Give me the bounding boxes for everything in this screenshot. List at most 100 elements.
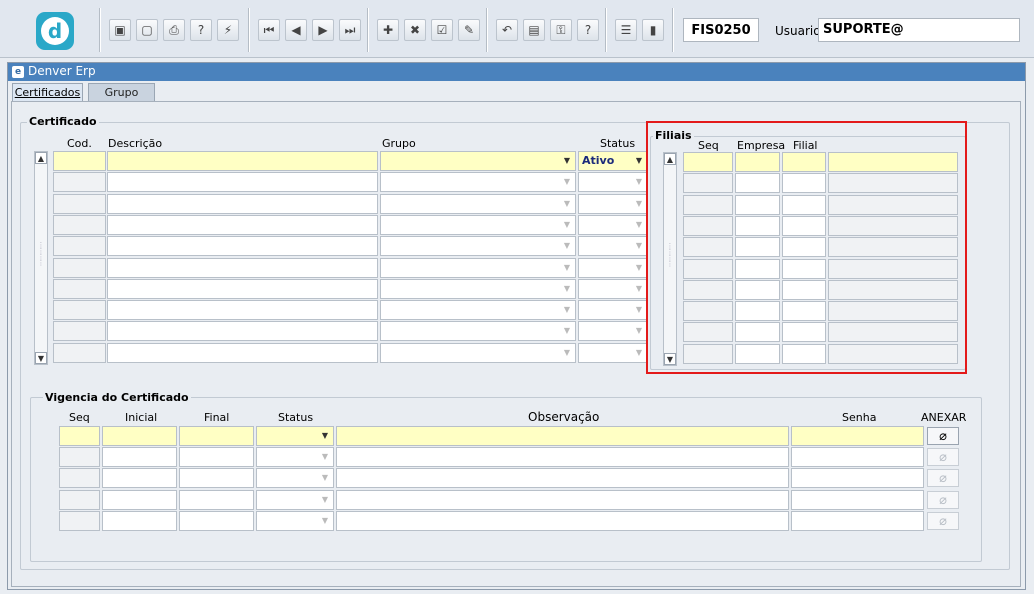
vigencia-status-select[interactable]: ▼ <box>256 489 334 510</box>
descricao-field[interactable] <box>107 236 378 257</box>
grupo-select[interactable]: ▼ <box>380 193 576 214</box>
chevron-down-icon[interactable]: ▼ <box>560 260 574 276</box>
cod-field[interactable] <box>53 278 106 299</box>
descricao-field[interactable] <box>107 278 378 299</box>
cod-field[interactable] <box>53 257 106 278</box>
chevron-down-icon[interactable]: ▼ <box>632 323 646 339</box>
chevron-down-icon[interactable]: ▼ <box>560 238 574 254</box>
grupo-select[interactable]: ▼ <box>380 321 576 342</box>
senha-field[interactable] <box>791 426 924 446</box>
status-select[interactable]: ▼ <box>578 278 648 299</box>
last-record-icon[interactable]: ⏭ <box>339 19 361 41</box>
previous-record-icon[interactable]: ◀ <box>285 19 307 41</box>
window-icon[interactable]: ▢ <box>136 19 158 41</box>
observacao-field[interactable] <box>336 426 789 446</box>
descricao-field[interactable] <box>107 151 378 171</box>
key-icon[interactable]: ⚿ <box>550 19 572 41</box>
chevron-down-icon[interactable]: ▼ <box>560 323 574 339</box>
vigencia-seq-field[interactable] <box>59 489 100 510</box>
chevron-down-icon[interactable]: ▼ <box>632 196 646 212</box>
attach-paperclip-icon[interactable]: ⌀ <box>927 490 959 509</box>
observacao-field[interactable] <box>336 447 789 468</box>
chevron-down-icon[interactable]: ▼ <box>560 302 574 318</box>
inicial-field[interactable] <box>102 426 177 446</box>
final-field[interactable] <box>179 468 254 489</box>
inicial-field[interactable] <box>102 447 177 468</box>
descricao-field[interactable] <box>107 257 378 278</box>
senha-field[interactable] <box>791 447 924 468</box>
final-field[interactable] <box>179 510 254 531</box>
tab-grupo[interactable]: Grupo <box>88 83 155 101</box>
descricao-field[interactable] <box>107 172 378 193</box>
grupo-select[interactable]: ▼ <box>380 151 576 171</box>
next-record-icon[interactable]: ▶ <box>312 19 334 41</box>
status-select[interactable]: ▼ <box>578 172 648 193</box>
status-select[interactable]: ▼ <box>578 214 648 235</box>
chevron-down-icon[interactable]: ▼ <box>318 449 332 465</box>
chevron-down-icon[interactable]: ▼ <box>632 281 646 297</box>
scroll-thumb[interactable]: ⋮ ⋮ ⋮ ⋮ <box>36 242 46 272</box>
vigencia-seq-field[interactable] <box>59 468 100 489</box>
final-field[interactable] <box>179 447 254 468</box>
attach-paperclip-icon[interactable]: ⌀ <box>927 511 959 530</box>
observacao-field[interactable] <box>336 468 789 489</box>
status-select[interactable]: ▼ <box>578 236 648 257</box>
cod-field[interactable] <box>53 321 106 342</box>
chevron-down-icon[interactable]: ▼ <box>560 196 574 212</box>
vigencia-status-select[interactable]: ▼ <box>256 447 334 468</box>
cod-field[interactable] <box>53 193 106 214</box>
chevron-down-icon[interactable]: ▼ <box>632 260 646 276</box>
edit-icon[interactable]: ✎ <box>458 19 480 41</box>
attach-paperclip-icon[interactable]: ⌀ <box>927 427 959 445</box>
tab-certificados[interactable]: Certificados <box>12 83 83 101</box>
descricao-field[interactable] <box>107 193 378 214</box>
attach-paperclip-icon[interactable]: ⌀ <box>927 448 959 467</box>
vigencia-status-select[interactable]: ▼ <box>256 510 334 531</box>
query-icon[interactable]: ? <box>190 19 212 41</box>
descricao-field[interactable] <box>107 342 378 363</box>
senha-field[interactable] <box>791 489 924 510</box>
chevron-down-icon[interactable]: ▼ <box>318 513 332 529</box>
scroll-down-arrow-icon[interactable]: ▼ <box>35 352 47 364</box>
descricao-field[interactable] <box>107 300 378 321</box>
certificado-scrollbar[interactable]: ▲ ▼ ⋮ ⋮ ⋮ ⋮ <box>34 151 48 365</box>
status-select[interactable]: Ativo ▼ <box>578 151 648 171</box>
status-select[interactable]: ▼ <box>578 257 648 278</box>
chevron-down-icon[interactable]: ▼ <box>632 153 646 169</box>
delete-record-icon[interactable]: ✖ <box>404 19 426 41</box>
grupo-select[interactable]: ▼ <box>380 257 576 278</box>
chevron-down-icon[interactable]: ▼ <box>632 345 646 361</box>
chevron-down-icon[interactable]: ▼ <box>560 153 574 169</box>
list-values-icon[interactable]: ☑ <box>431 19 453 41</box>
insert-record-icon[interactable]: ✚ <box>377 19 399 41</box>
save-icon[interactable]: ▣ <box>109 19 131 41</box>
grupo-select[interactable]: ▼ <box>380 236 576 257</box>
cod-field[interactable] <box>53 172 106 193</box>
cod-field[interactable] <box>53 151 106 171</box>
grupo-select[interactable]: ▼ <box>380 214 576 235</box>
chevron-down-icon[interactable]: ▼ <box>560 281 574 297</box>
chevron-down-icon[interactable]: ▼ <box>318 470 332 486</box>
cod-field[interactable] <box>53 300 106 321</box>
clipboard-icon[interactable]: ▤ <box>523 19 545 41</box>
execute-query-icon[interactable]: ⚡ <box>217 19 239 41</box>
chevron-down-icon[interactable]: ▼ <box>632 174 646 190</box>
vigencia-seq-field[interactable] <box>59 426 100 446</box>
cod-field[interactable] <box>53 342 106 363</box>
menu-icon[interactable]: ☰ <box>615 19 637 41</box>
inicial-field[interactable] <box>102 510 177 531</box>
chevron-down-icon[interactable]: ▼ <box>318 492 332 508</box>
final-field[interactable] <box>179 426 254 446</box>
status-select[interactable]: ▼ <box>578 321 648 342</box>
exit-icon[interactable]: ▮ <box>642 19 664 41</box>
chevron-down-icon[interactable]: ▼ <box>560 217 574 233</box>
final-field[interactable] <box>179 489 254 510</box>
first-record-icon[interactable]: ⏮ <box>258 19 280 41</box>
observacao-field[interactable] <box>336 510 789 531</box>
vigencia-status-select[interactable]: ▼ <box>256 468 334 489</box>
scroll-up-arrow-icon[interactable]: ▲ <box>35 152 47 164</box>
grupo-select[interactable]: ▼ <box>380 278 576 299</box>
chevron-down-icon[interactable]: ▼ <box>632 238 646 254</box>
help-icon[interactable]: ? <box>577 19 599 41</box>
status-select[interactable]: ▼ <box>578 300 648 321</box>
